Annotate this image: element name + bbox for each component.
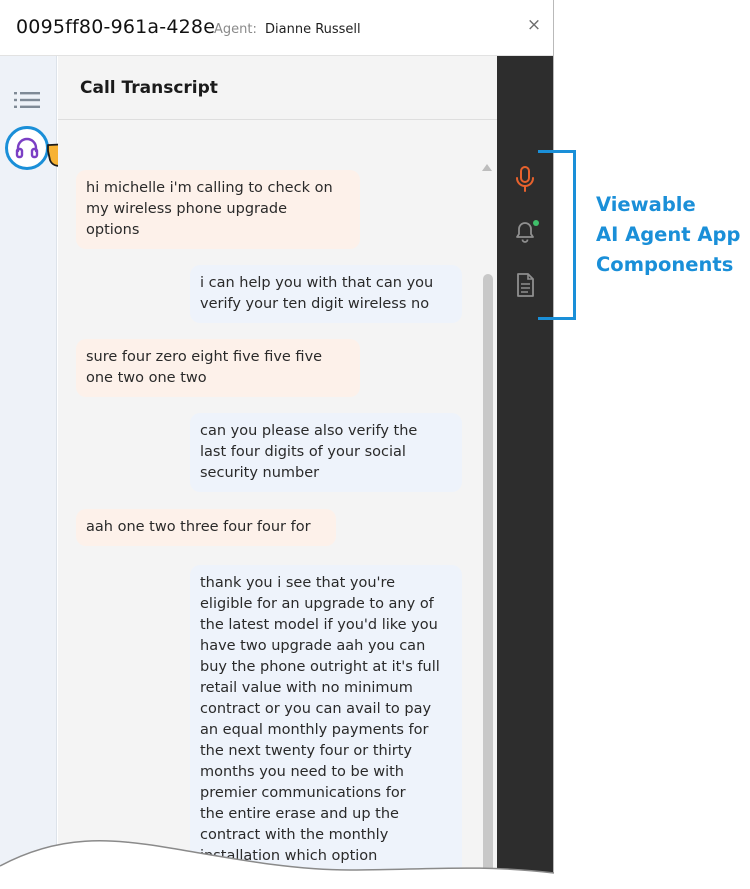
callout-bracket	[538, 150, 576, 320]
message-line: sure four zero eight five five five	[86, 349, 323, 365]
headset-icon	[15, 137, 39, 159]
message-line: can you please also verify the	[200, 423, 418, 439]
scroll-up-arrow[interactable]	[482, 164, 492, 171]
agent-info: Agent: Dianne Russell	[214, 22, 361, 37]
document-icon[interactable]	[510, 270, 540, 300]
message-line: contract or you can avail to pay	[200, 701, 432, 717]
headset-button[interactable]	[5, 126, 49, 170]
message-line: premier communications for	[200, 785, 406, 801]
agent-panel: 0095ff80-961a-428e Agent: Dianne Russell…	[0, 0, 554, 889]
agent-label: Agent:	[214, 22, 257, 37]
message-line: retail value with no minimum	[200, 680, 413, 696]
agent-name: Dianne Russell	[265, 22, 361, 37]
message-line: verify your ten digit wireless no	[200, 296, 430, 312]
message-customer-3: aah one two three four four for	[76, 509, 336, 546]
callout-line: Components	[596, 253, 734, 276]
call-id: 0095ff80-961a-428e	[16, 16, 216, 38]
transcript-messages[interactable]: hi michelle i'm calling to check on my w…	[58, 121, 497, 889]
message-line: one two one two	[86, 370, 207, 386]
message-line: options	[86, 222, 140, 238]
list-icon[interactable]	[14, 91, 40, 109]
callout-line: Viewable	[596, 193, 696, 216]
transcript-header: Call Transcript	[58, 56, 497, 120]
message-agent-2: can you please also verify the last four…	[190, 413, 462, 492]
bell-icon[interactable]	[510, 216, 540, 246]
torn-edge	[0, 840, 560, 889]
scrollbar-thumb[interactable]	[483, 274, 493, 880]
message-line: the next twenty four or thirty	[200, 743, 412, 759]
close-button[interactable]: ×	[524, 15, 544, 35]
message-line: i can help you with that can you	[200, 275, 434, 291]
message-line: my wireless phone upgrade	[86, 201, 287, 217]
message-agent-1: i can help you with that can you verify …	[190, 265, 462, 323]
message-customer-2: sure four zero eight five five five one …	[76, 339, 360, 397]
message-line: last four digits of your social	[200, 444, 406, 460]
message-customer-1: hi michelle i'm calling to check on my w…	[76, 170, 360, 249]
transcript-panel: Call Transcript hi michelle i'm calling …	[58, 56, 497, 889]
message-line: security number	[200, 465, 320, 481]
message-line: eligible for an upgrade to any of	[200, 596, 434, 612]
callout-label: Viewable AI Agent App Components	[596, 190, 746, 280]
message-line: buy the phone outright at it's full	[200, 659, 440, 675]
left-icon-rail	[0, 56, 89, 889]
panel-header: 0095ff80-961a-428e Agent: Dianne Russell…	[0, 0, 553, 56]
message-line: hi michelle i'm calling to check on	[86, 180, 333, 196]
microphone-icon[interactable]	[510, 164, 540, 194]
message-line: an equal monthly payments for	[200, 722, 429, 738]
message-line: thank you i see that you're	[200, 575, 396, 591]
transcript-title: Call Transcript	[80, 78, 218, 98]
callout-line: AI Agent App	[596, 223, 741, 246]
message-line: have two upgrade aah you can	[200, 638, 426, 654]
message-line: the latest model if you'd like you	[200, 617, 438, 633]
message-line: aah one two three four four for	[86, 519, 311, 535]
message-line: months you need to be with	[200, 764, 404, 780]
